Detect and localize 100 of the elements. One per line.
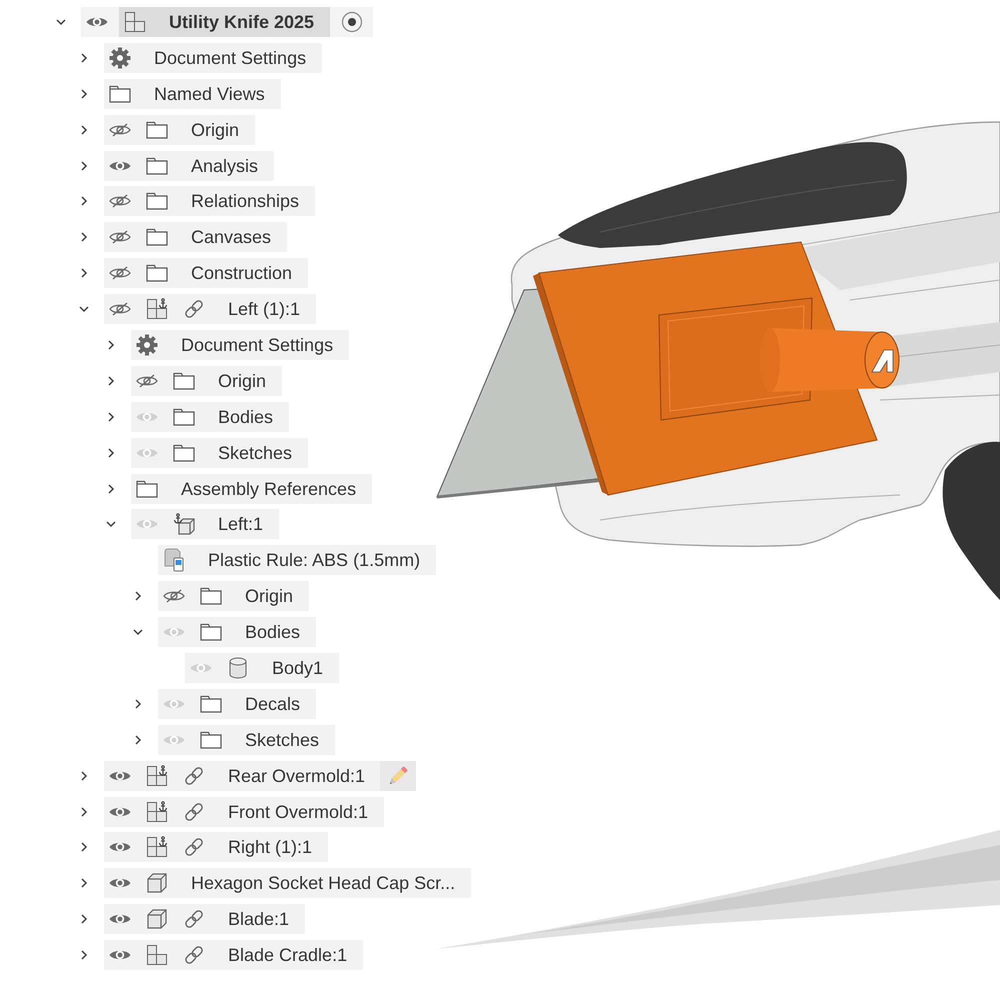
folder-icon — [109, 84, 131, 103]
chevron-right-icon[interactable] — [79, 806, 89, 817]
chevron-right-icon[interactable] — [133, 734, 143, 745]
eye-slash-icon[interactable] — [109, 266, 131, 280]
chevron-right-icon[interactable] — [133, 591, 143, 602]
tree-row[interactable]: Named Views — [104, 78, 281, 109]
tree-item-label: Bodies — [217, 406, 274, 428]
tree-row[interactable]: Document Settings — [104, 42, 322, 73]
chevron-right-icon[interactable] — [106, 340, 116, 350]
tree-item-label: Document Settings — [153, 46, 306, 69]
radio-button[interactable] — [341, 11, 364, 33]
tree-item-label: Body1 — [271, 657, 324, 680]
tree-row[interactable]: Assembly References — [131, 474, 372, 504]
tree-row[interactable]: Origin — [158, 581, 310, 612]
chevron-right-icon[interactable] — [133, 698, 143, 709]
tree-item-label: Construction — [190, 262, 292, 284]
chevron-down-icon[interactable] — [133, 627, 143, 638]
tree-item-label: Document Settings — [180, 334, 334, 356]
eye-icon[interactable] — [86, 15, 108, 29]
tree-item-label: Left (1):1 — [227, 298, 300, 320]
tree-item-label: Origin — [190, 118, 240, 141]
tree-row[interactable]: Body1 — [185, 653, 340, 684]
folder-icon — [146, 228, 168, 246]
tree-item-label: Relationships — [190, 190, 300, 212]
chevron-right-icon[interactable] — [79, 160, 89, 171]
chevron-right-icon[interactable] — [79, 124, 89, 135]
tree-item-label: Front Overmold:1 — [227, 800, 368, 823]
folder-icon — [136, 480, 158, 498]
tree-row[interactable]: Canvases — [104, 222, 288, 252]
folder-icon — [200, 623, 222, 642]
eye-slash-icon[interactable] — [136, 374, 158, 388]
tree-item-label: Canvases — [190, 226, 272, 248]
tree-row[interactable]: Analysis — [104, 150, 274, 181]
tree-item-label: Analysis — [190, 154, 258, 177]
gear-icon — [136, 334, 158, 356]
tree-item-label: Utility Knife 2025 — [168, 11, 314, 33]
tree-row[interactable]: Decals — [158, 688, 316, 719]
tree-row[interactable]: Rear Overmold:1 — [104, 760, 416, 791]
eye-slash-icon[interactable] — [109, 122, 131, 137]
folder-icon — [200, 694, 222, 713]
chevron-right-icon[interactable] — [79, 950, 89, 960]
chevron-right-icon[interactable] — [79, 914, 89, 924]
tree-row[interactable]: Bodies — [131, 402, 290, 432]
chevron-right-icon[interactable] — [79, 52, 89, 63]
chevron-down-icon[interactable] — [56, 17, 66, 27]
tree-row[interactable]: Blade Cradle:1 — [104, 940, 364, 970]
folder-icon — [173, 372, 195, 390]
material-icon — [163, 548, 185, 572]
tree-row[interactable]: Hexagon Socket Head Cap Scr... — [104, 868, 472, 898]
gear-icon — [109, 46, 131, 69]
folder-icon — [173, 444, 195, 462]
chevron-down-icon[interactable] — [106, 519, 116, 530]
folder-icon — [146, 264, 168, 282]
tree-row[interactable]: Relationships — [104, 186, 316, 216]
eye-slash-icon[interactable] — [109, 194, 131, 208]
chevron-right-icon[interactable] — [79, 88, 89, 99]
eye-slash-icon[interactable] — [163, 589, 185, 604]
tree-item-label: Left:1 — [217, 513, 264, 536]
tree-row[interactable]: Sketches — [158, 724, 336, 755]
chevron-right-icon[interactable] — [79, 842, 89, 852]
folder-icon — [200, 730, 222, 749]
chevron-right-icon[interactable] — [106, 412, 116, 422]
folder-icon — [200, 587, 222, 606]
folder-icon — [146, 156, 168, 175]
eye-slash-icon[interactable] — [109, 230, 131, 244]
chevron-right-icon[interactable] — [79, 268, 89, 278]
chevron-right-icon[interactable] — [106, 448, 116, 458]
chevron-right-icon[interactable] — [79, 770, 89, 781]
tree-item-label: Plastic Rule: ABS (1.5mm) — [207, 549, 420, 572]
chevron-right-icon[interactable] — [79, 232, 89, 242]
chevron-right-icon[interactable] — [106, 376, 116, 386]
tree-item-label: Bodies — [244, 621, 300, 644]
tree-row[interactable]: Right (1):1 — [104, 832, 328, 862]
tree-item-label: Sketches — [244, 728, 320, 751]
tree-row[interactable]: Left:1 — [131, 509, 280, 540]
tree-item-label: Blade:1 — [227, 908, 290, 930]
tree-row[interactable]: Origin — [131, 366, 282, 396]
chevron-right-icon[interactable] — [79, 196, 89, 206]
tree-item-label: Named Views — [153, 82, 265, 105]
folder-icon — [146, 120, 168, 139]
tree-item-label: Origin — [244, 585, 294, 608]
eye-slash-icon[interactable] — [109, 302, 131, 316]
tree-item-label: Hexagon Socket Head Cap Scr... — [190, 872, 456, 894]
folder-icon — [146, 192, 168, 210]
chevron-down-icon[interactable] — [79, 304, 89, 314]
tree-row[interactable]: Front Overmold:1 — [104, 796, 384, 827]
tree-row[interactable]: Construction — [104, 258, 308, 288]
tree-row[interactable]: Origin — [104, 114, 256, 145]
tree-item-label: Origin — [217, 370, 266, 392]
tree-row[interactable]: Bodies — [158, 617, 316, 648]
chevron-right-icon[interactable] — [79, 878, 89, 888]
tree-item-label: Decals — [244, 692, 300, 715]
tree-row[interactable]: Blade:1 — [104, 904, 306, 934]
chevron-right-icon[interactable] — [106, 484, 116, 494]
tree-row[interactable]: Left (1):1 — [104, 294, 316, 324]
tree-row[interactable]: Document Settings — [131, 330, 350, 360]
tree-row[interactable]: Utility Knife 2025 — [81, 7, 374, 37]
tree-row[interactable]: Plastic Rule: ABS (1.5mm) — [158, 545, 436, 576]
tree-row[interactable]: Sketches — [131, 438, 308, 468]
tree-item-label: Assembly References — [180, 478, 356, 500]
